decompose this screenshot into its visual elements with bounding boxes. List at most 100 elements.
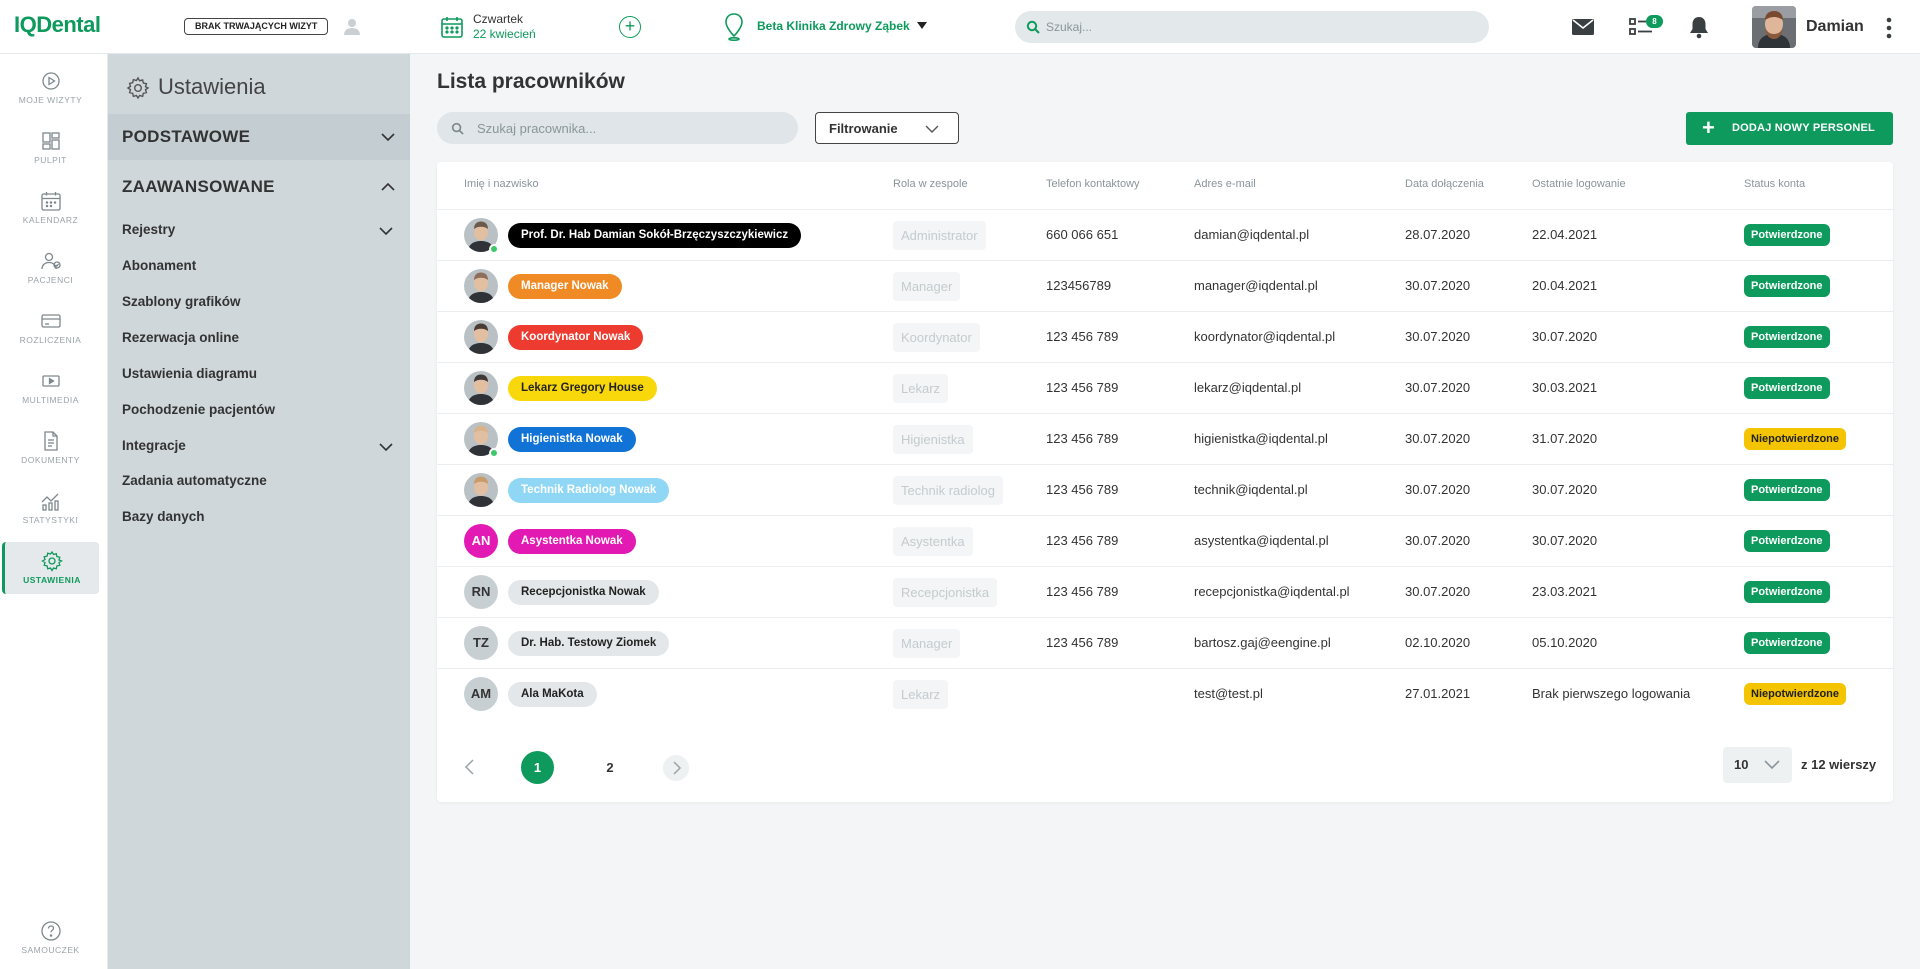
section-basic-label: PODSTAWOWE [122, 127, 251, 146]
staff-name-tag[interactable]: Koordynator Nowak [508, 325, 644, 350]
settings-item-patient-origin[interactable]: Pochodzenie pacjentów [122, 402, 275, 417]
nav-label: STATYSTYKI [22, 515, 79, 525]
nav-multimedia[interactable]: MULTIMEDIA [2, 362, 99, 414]
nav-patients[interactable]: PACJENCI [2, 242, 99, 294]
staff-name-tag[interactable]: Manager Nowak [508, 274, 622, 299]
staff-name-tag[interactable]: Recepcjonistka Nowak [508, 580, 659, 605]
section-basic[interactable]: PODSTAWOWE [108, 114, 410, 160]
email-cell: recepcjonistka@iqdental.pl [1194, 584, 1350, 599]
filter-label: Filtrowanie [829, 121, 898, 136]
column-header[interactable]: Ostatnie logowanie [1532, 178, 1626, 190]
settings-item-integrations[interactable]: Integracje [122, 438, 393, 453]
employee-search-input[interactable]: Szukaj pracownika... [437, 112, 798, 144]
staff-name-tag[interactable]: Asystentka Nowak [508, 529, 636, 554]
add-staff-button[interactable]: + DODAJ NOWY PERSONEL [1686, 112, 1893, 145]
document-icon [43, 431, 58, 451]
settings-item-schedule-templates[interactable]: Szablony grafików [122, 294, 241, 309]
chevron-left-icon[interactable] [459, 756, 481, 778]
status-badge: Potwierdzone [1744, 275, 1830, 297]
column-header[interactable]: Telefon kontaktowy [1046, 178, 1140, 190]
page-title: Lista pracowników [437, 70, 625, 93]
page-button[interactable]: 2 [596, 751, 624, 784]
staff-name-tag[interactable]: Technik Radiolog Nowak [508, 478, 670, 503]
email-cell: asystentka@iqdental.pl [1194, 533, 1329, 548]
role-badge: Administrator [893, 221, 986, 250]
avatar[interactable] [464, 320, 498, 354]
nav-statistics[interactable]: STATYSTYKI [2, 482, 99, 534]
joined-date-cell: 30.07.2020 [1405, 329, 1471, 344]
page-button-current[interactable]: 1 [521, 751, 554, 784]
nav-calendar[interactable]: KALENDARZ [2, 182, 99, 234]
chevron-down-icon [381, 133, 395, 142]
avatar[interactable] [464, 371, 498, 405]
current-day: Czwartek [473, 12, 524, 26]
settings-item-subscription[interactable]: Abonament [122, 258, 196, 273]
nav-documents[interactable]: DOKUMENTY [2, 422, 99, 474]
global-search-input[interactable]: Szukaj... [1015, 11, 1489, 43]
last-login-cell: 31.07.2020 [1532, 431, 1598, 446]
avatar[interactable]: TZ [464, 626, 498, 660]
chevron-down-icon[interactable] [917, 22, 927, 29]
user-icon [344, 19, 360, 35]
avatar[interactable]: AM [464, 677, 498, 711]
email-cell: technik@iqdental.pl [1194, 482, 1308, 497]
table-row[interactable]: Lekarz Gregory House Lekarz 123 456 789 lek… [437, 362, 1893, 413]
mail-icon[interactable] [1571, 17, 1595, 37]
rows-per-page-select[interactable]: 10 [1723, 747, 1792, 783]
settings-item-diagram-settings[interactable]: Ustawienia diagramu [122, 366, 257, 381]
settings-item-online-booking[interactable]: Rezerwacja online [122, 330, 239, 345]
bell-icon[interactable] [1688, 15, 1710, 39]
table-row[interactable]: Higienistka Nowak Higienistka 123 456 789 h… [437, 413, 1893, 464]
next-page-button[interactable] [663, 755, 689, 781]
nav-tutorial[interactable]: SAMOUCZEK [2, 912, 99, 964]
column-header[interactable]: Data dołączenia [1405, 178, 1484, 190]
card-icon [40, 314, 61, 328]
column-header[interactable]: Status konta [1744, 178, 1805, 190]
staff-name-tag[interactable]: Ala MaKota [508, 682, 597, 707]
table-row[interactable]: AN Asystentka Nowak Asystentka 123 456 789 a… [437, 515, 1893, 566]
avatar[interactable]: AN [464, 524, 498, 558]
staff-name-tag[interactable]: Dr. Hab. Testowy Ziomek [508, 631, 670, 656]
nav-my-visits[interactable]: MOJE WIZYTY [2, 62, 99, 114]
staff-name-tag[interactable]: Higienistka Nowak [508, 427, 636, 452]
settings-item-databases[interactable]: Bazy danych [122, 509, 205, 524]
table-row[interactable]: RN Recepcjonistka Nowak Recepcjonistka 123 … [437, 566, 1893, 617]
column-header[interactable]: Rola w zespole [893, 178, 968, 190]
role-badge: Recepcjonistka [893, 578, 998, 607]
filter-dropdown[interactable]: Filtrowanie [815, 112, 959, 144]
table-row[interactable]: Koordynator Nowak Koordynator 123 456 789 k… [437, 311, 1893, 362]
add-visit-button[interactable]: + [619, 16, 641, 38]
avatar[interactable] [464, 269, 498, 303]
nav-settings[interactable]: USTAWIENIA [2, 542, 99, 594]
current-date[interactable]: 22 kwiecień [473, 27, 536, 41]
settings-item-registers[interactable]: Rejestry [122, 222, 393, 237]
section-advanced-label: ZAAWANSOWANE [122, 177, 275, 196]
table-row[interactable]: TZ Dr. Hab. Testowy Ziomek Manager 123 456 … [437, 617, 1893, 668]
more-menu-icon[interactable] [1886, 17, 1892, 39]
username[interactable]: Damian [1806, 18, 1864, 36]
nav-label: KALENDARZ [22, 215, 79, 225]
visit-status-badge[interactable]: BRAK TRWAJĄCYCH WIZYT [184, 18, 329, 35]
top-bar: IQDental BRAK TRWAJĄCYCH WIZYT Czwartek … [0, 0, 1920, 54]
calendar-icon[interactable] [440, 15, 464, 39]
joined-date-cell: 28.07.2020 [1405, 227, 1471, 242]
nav-billing[interactable]: ROZLICZENIA [2, 302, 99, 354]
column-header[interactable]: Adres e-mail [1194, 178, 1256, 190]
column-header[interactable]: Imię i nazwisko [464, 178, 539, 190]
staff-name-tag[interactable]: Prof. Dr. Hab Damian Sokół-Brzęczyszczyk… [508, 223, 802, 248]
chevron-down-icon [925, 125, 939, 133]
table-row[interactable]: Manager Nowak Manager 123456789 manager@iqd… [437, 260, 1893, 311]
role-badge: Asystentka [893, 527, 973, 556]
user-avatar[interactable] [1752, 6, 1796, 48]
table-row[interactable]: Prof. Dr. Hab Damian Sokół-Brzęczyszczyk… [437, 209, 1893, 260]
settings-item-automatic-tasks[interactable]: Zadania automatyczne [122, 473, 267, 488]
staff-name-tag[interactable]: Lekarz Gregory House [508, 376, 657, 401]
avatar[interactable] [464, 473, 498, 507]
nav-dashboard[interactable]: PULPIT [2, 122, 99, 174]
clinic-selector[interactable]: Beta Klinika Zdrowy Ząbek [757, 19, 910, 33]
app-logo[interactable]: IQDental [14, 12, 101, 38]
table-row[interactable]: AM Ala MaKota Lekarz test@test.pl 27.01.2021… [437, 668, 1893, 719]
avatar[interactable]: RN [464, 575, 498, 609]
section-advanced[interactable]: ZAAWANSOWANE [108, 164, 410, 210]
table-row[interactable]: Technik Radiolog Nowak Technik radiolog 12… [437, 464, 1893, 515]
